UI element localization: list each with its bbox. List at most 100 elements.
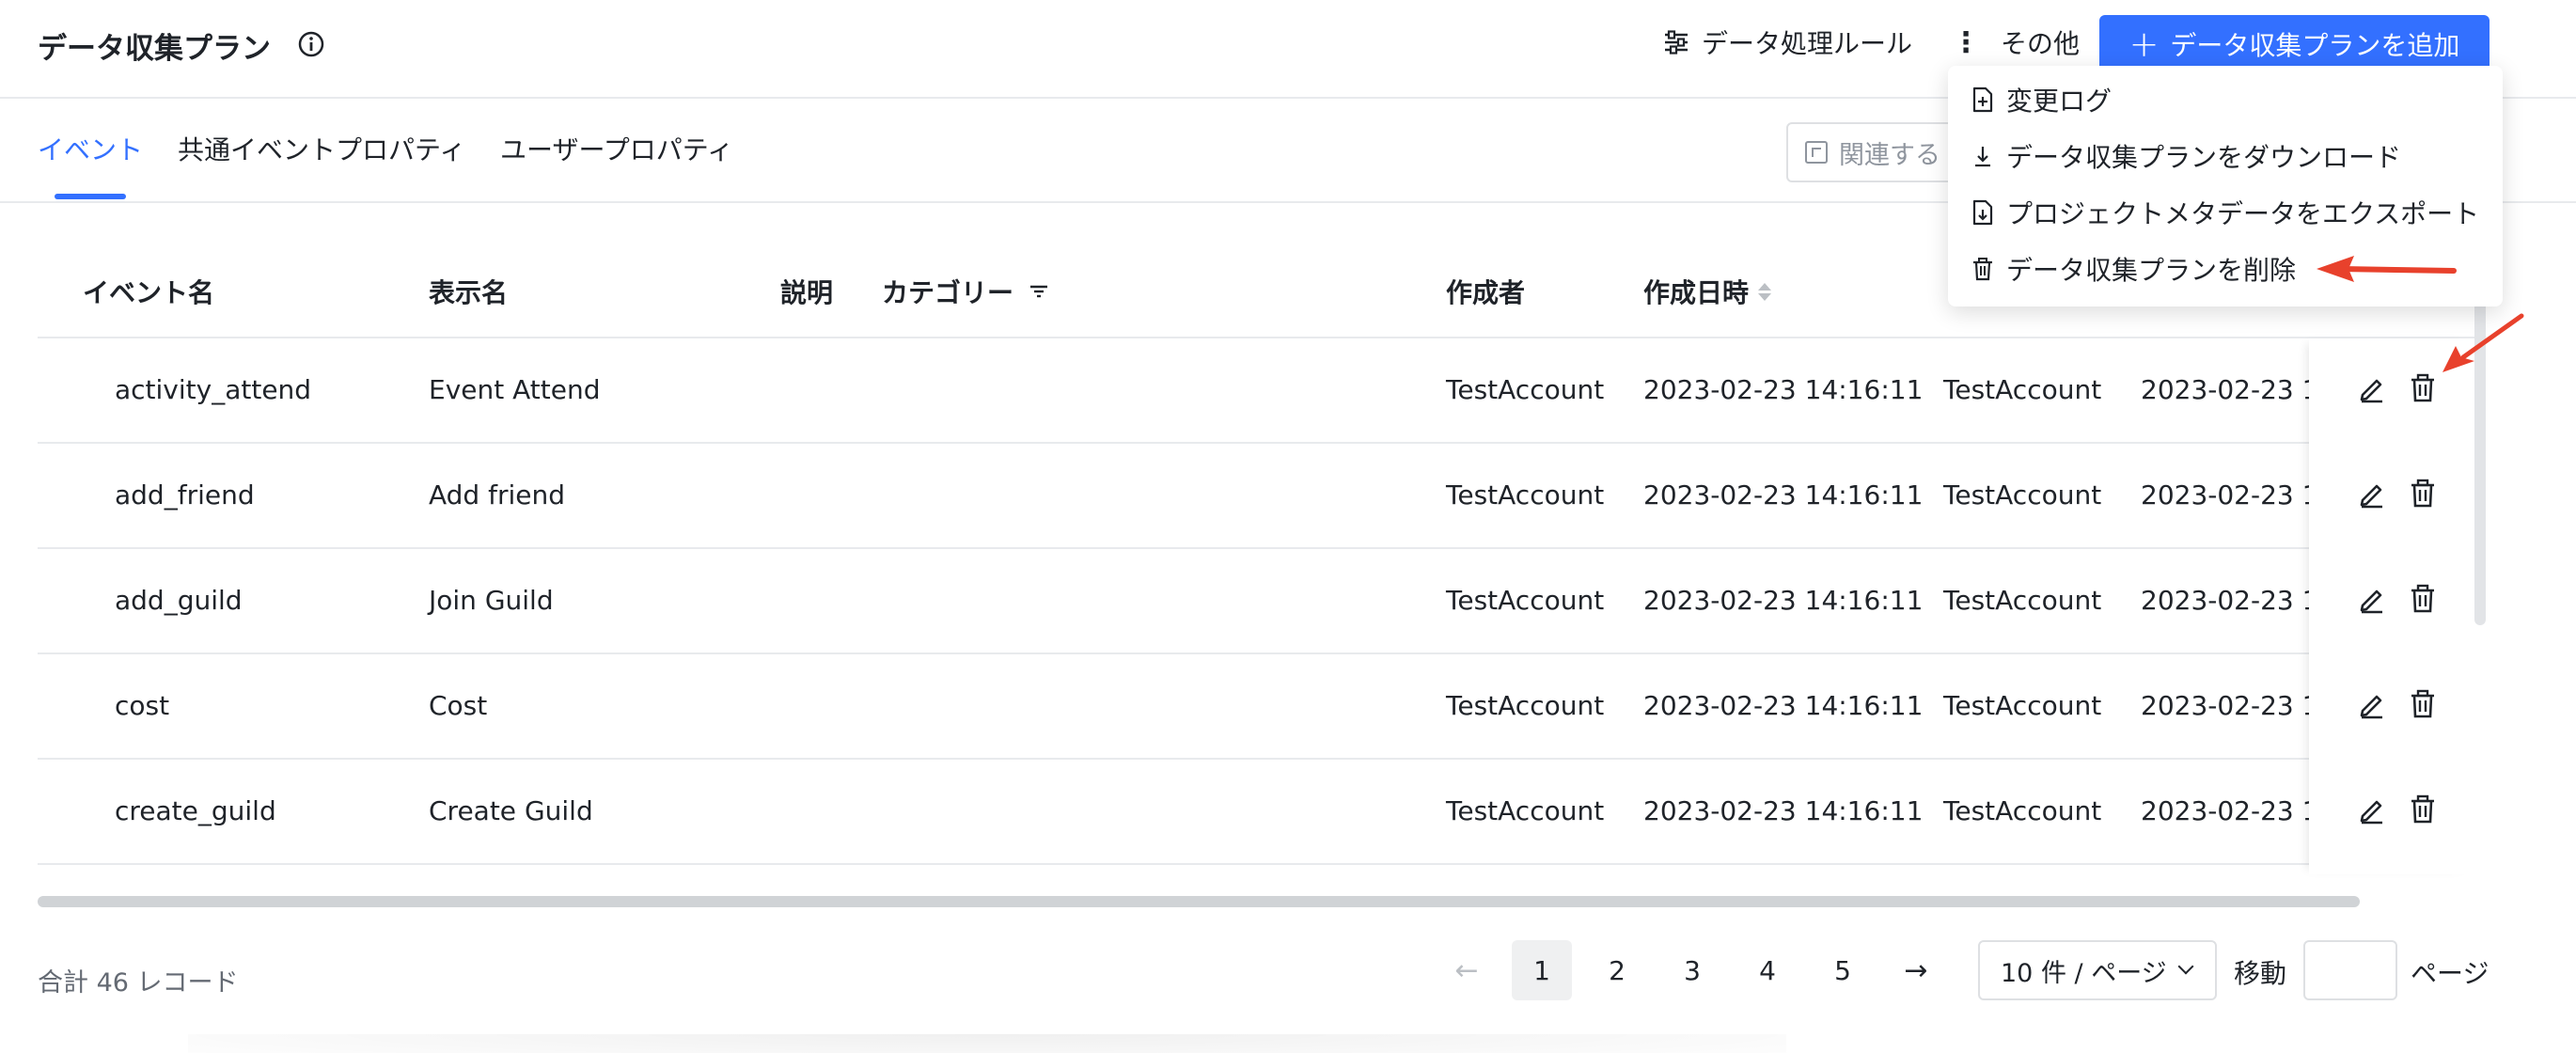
menu-item-label: 変更ログ [2006,86,2113,117]
total-records: 合計 46 レコード [38,968,239,998]
page-button-2[interactable]: 2 [1587,940,1647,1000]
more-label: その他 [2001,28,2081,59]
trash-icon[interactable] [2407,372,2439,404]
page-button-3[interactable]: 3 [1662,940,1722,1000]
download-icon [1975,147,1990,167]
cell-event-name: add_guild [115,585,243,616]
menu-item-download-plan[interactable]: データ収集プランをダウンロード [1971,137,2401,175]
next-page-button[interactable]: → [1890,940,1942,1000]
cell-display-name: Event Attend [429,374,601,405]
cell-creator: TestAccount [1446,585,1605,616]
trash-icon [1973,258,1992,281]
tab-common-event-properties[interactable]: 共通イベントプロパティ [178,130,465,167]
file-export-icon [1972,199,1993,226]
data-processing-rules-button[interactable]: データ処理ルール [1662,24,1912,61]
cell-updater: TestAccount [1943,479,2102,511]
edit-icon[interactable] [2356,688,2388,720]
page-button-5[interactable]: 5 [1813,940,1873,1000]
cell-updated-at: 2023-02-23 14 [2141,585,2336,616]
cell-updater: TestAccount [1943,374,2102,405]
page-label: ページ [2411,958,2490,989]
cell-creator: TestAccount [1446,690,1605,721]
edit-icon[interactable] [2356,478,2388,510]
active-tab-indicator [55,194,126,199]
col-event-name: イベント名 [83,277,215,308]
edit-icon[interactable] [2356,583,2388,615]
more-dropdown-menu: 変更ログ データ収集プランをダウンロード プロジェクトメタデータをエクスポート … [1948,66,2503,306]
trash-icon[interactable] [2407,794,2439,825]
cell-created-at: 2023-02-23 14:16:11 [1643,690,1924,721]
cell-updated-at: 2023-02-23 14 [2141,374,2336,405]
cell-updated-at: 2023-02-23 14 [2141,690,2336,721]
cell-event-name: create_guild [115,795,276,826]
table-row[interactable]: cost Cost TestAccount 2023-02-23 14:16:1… [38,654,2474,760]
cell-creator: TestAccount [1446,795,1605,826]
cell-created-at: 2023-02-23 14:16:11 [1643,374,1924,405]
trash-icon[interactable] [2407,688,2439,720]
page-button-1[interactable]: 1 [1512,940,1572,1000]
menu-item-label: プロジェクトメタデータをエクスポート [2006,198,2480,229]
menu-item-change-log[interactable]: 変更ログ [1971,81,2112,118]
page-button-4[interactable]: 4 [1737,940,1798,1000]
edit-icon[interactable] [2356,794,2388,825]
menu-item-delete-plan[interactable]: データ収集プランを削除 [1971,250,2296,288]
col-display-name: 表示名 [429,277,509,308]
page-size-value: 10 件 / ページ [2001,958,2167,988]
col-category-label: カテゴリー [882,277,1014,308]
cell-creator: TestAccount [1446,479,1605,511]
menu-item-label: データ収集プランを削除 [2006,255,2297,286]
sort-icon[interactable] [1758,282,1772,301]
tab-events[interactable]: イベント [38,130,143,167]
tab-user-properties[interactable]: ユーザープロパティ [500,130,733,167]
goto-label: 移動 [2234,958,2287,989]
cell-updater: TestAccount [1943,585,2102,616]
col-created-at-label: 作成日時 [1643,277,1750,308]
chevron-down-icon [2177,958,2194,975]
table-row[interactable]: create_guild Create Guild TestAccount 20… [38,760,2474,865]
menu-item-export-metadata[interactable]: プロジェクトメタデータをエクスポート [1971,194,2479,231]
cell-event-name: activity_attend [115,374,312,405]
edit-icon[interactable] [2356,372,2388,404]
col-creator: 作成者 [1446,277,1526,308]
info-icon[interactable] [297,30,325,58]
cell-creator: TestAccount [1446,374,1605,405]
filter-box-icon [1805,141,1828,164]
cell-event-name: add_friend [115,479,255,511]
cell-updater: TestAccount [1943,795,2102,826]
table-row[interactable]: activity_attend Event Attend TestAccount… [38,338,2474,444]
goto-page-input[interactable] [2303,940,2397,1000]
cell-updater: TestAccount [1943,690,2102,721]
table-row[interactable]: add_friend Add friend TestAccount 2023-0… [38,444,2474,549]
col-created-at[interactable]: 作成日時 [1643,273,1772,310]
plus-icon: + [2128,24,2160,65]
sliders-icon [1665,30,1688,55]
cell-created-at: 2023-02-23 14:16:11 [1643,585,1924,616]
cell-updated-at: 2023-02-23 14 [2141,479,2336,511]
actions-column [2309,338,2474,874]
cell-display-name: Cost [429,690,488,721]
menu-item-label: データ収集プランをダウンロード [2006,142,2402,173]
trash-icon[interactable] [2407,583,2439,615]
add-plan-button[interactable]: + データ収集プランを追加 [2099,15,2490,73]
trash-icon[interactable] [2407,478,2439,510]
file-add-icon [1972,86,1993,113]
more-dots-icon: ⋮ [1952,25,1980,59]
cell-created-at: 2023-02-23 14:16:11 [1643,479,1924,511]
horizontal-scrollbar[interactable] [38,896,2360,907]
cell-display-name: Add friend [429,479,566,511]
page-title: データ収集プラン [38,32,271,66]
more-button[interactable]: ⋮ その他 [1952,24,2080,61]
data-processing-rules-label: データ処理ルール [1702,28,1913,59]
cell-event-name: cost [115,690,170,721]
col-description: 説明 [780,277,834,308]
cell-created-at: 2023-02-23 14:16:11 [1643,795,1924,826]
col-category: カテゴリー [882,273,1051,310]
add-plan-label: データ収集プランを追加 [2170,30,2460,61]
prev-page-button[interactable]: ← [1440,940,1493,1000]
vertical-scrollbar[interactable] [2474,254,2486,625]
cell-display-name: Create Guild [429,795,593,826]
page-size-select[interactable]: 10 件 / ページ [1978,940,2217,1000]
table-row[interactable]: add_guild Join Guild TestAccount 2023-02… [38,549,2474,654]
filter-icon[interactable] [1027,279,1051,304]
bottom-shadow [188,1034,1786,1053]
